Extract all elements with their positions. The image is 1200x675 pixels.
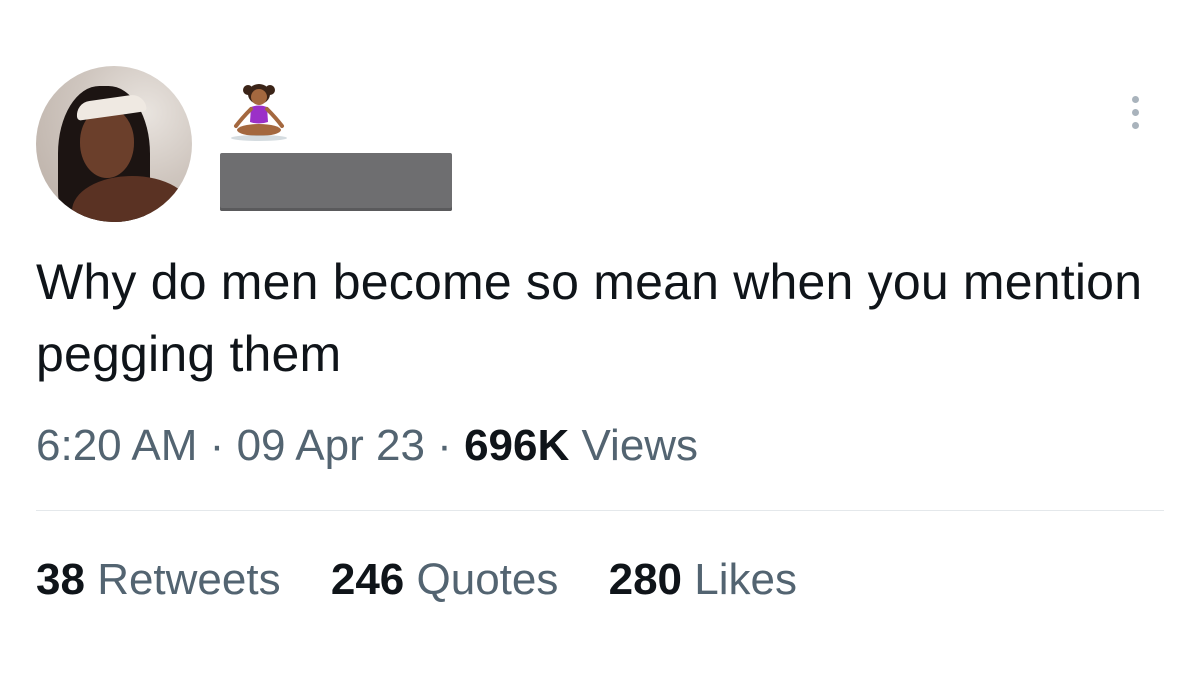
meta-separator: · xyxy=(209,421,225,470)
likes-stat[interactable]: 280 Likes xyxy=(609,552,797,608)
avatar[interactable] xyxy=(36,66,192,222)
more-dot-icon xyxy=(1131,122,1139,129)
retweets-count: 38 xyxy=(36,555,85,604)
tweet-meta: 6:20 AM · 09 Apr 23 · 696K Views xyxy=(36,418,698,474)
likes-label: Likes xyxy=(694,555,797,604)
retweets-label: Retweets xyxy=(97,555,281,604)
retweets-stat[interactable]: 38 Retweets xyxy=(36,552,281,608)
more-dot-icon xyxy=(1131,96,1139,103)
tweet-date[interactable]: 09 Apr 23 xyxy=(237,421,425,470)
tweet-time[interactable]: 6:20 AM xyxy=(36,421,197,470)
more-options-icon[interactable] xyxy=(1128,96,1142,136)
quotes-stat[interactable]: 246 Quotes xyxy=(331,552,559,608)
lotus-position-emoji-icon xyxy=(226,80,292,144)
views-label[interactable]: Views xyxy=(581,421,698,470)
meta-separator: · xyxy=(437,421,452,470)
tweet-text: Why do men become so mean when you menti… xyxy=(36,254,1143,382)
engagement-stats: 38 Retweets 246 Quotes 280 Likes xyxy=(36,552,835,608)
quotes-count: 246 xyxy=(330,555,405,604)
views-count[interactable]: 696K xyxy=(464,421,569,470)
likes-count: 280 xyxy=(608,555,683,604)
divider xyxy=(36,510,1164,511)
quotes-label: Quotes xyxy=(416,555,559,604)
more-dot-icon xyxy=(1131,109,1139,116)
redacted-username-bar xyxy=(220,153,452,211)
